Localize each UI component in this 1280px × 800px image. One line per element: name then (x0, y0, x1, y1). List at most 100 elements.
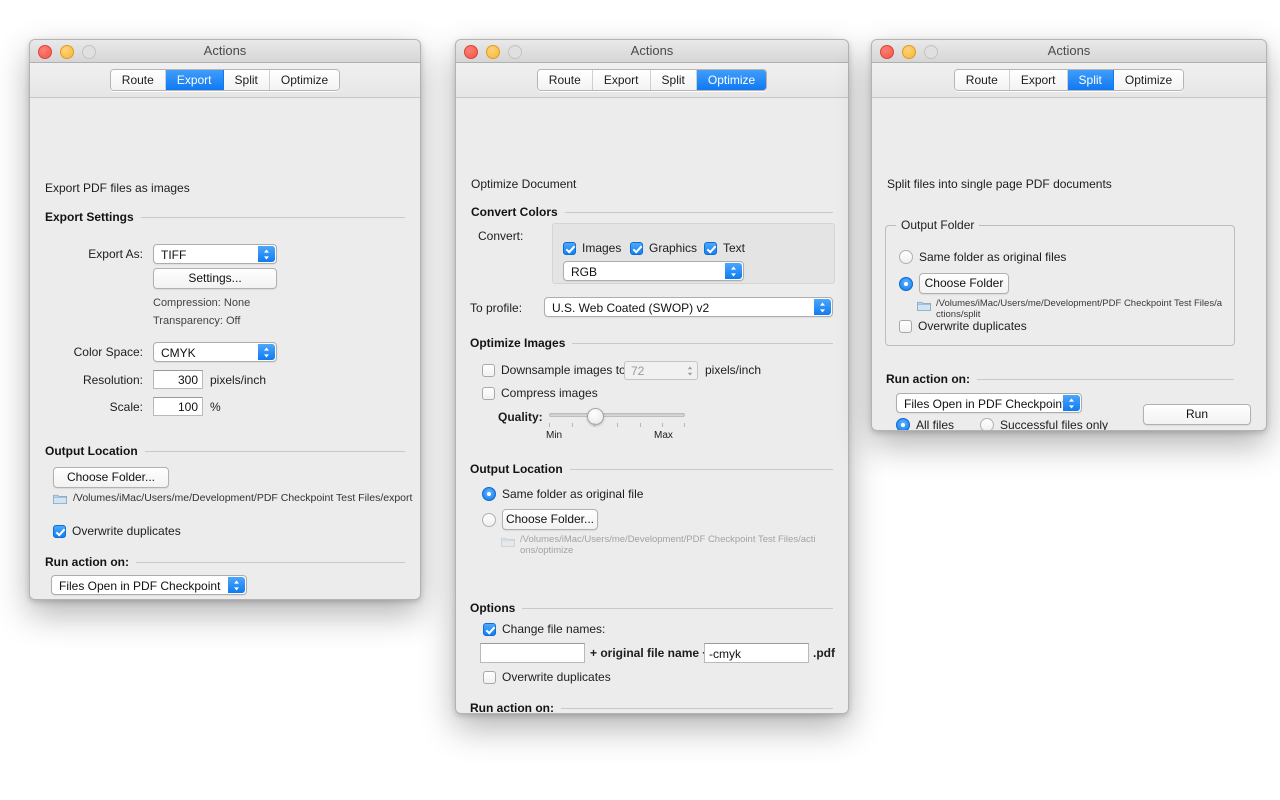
original-filename-label: + original file name + (590, 646, 710, 660)
divider (564, 211, 833, 213)
convert-images-checkbox[interactable] (563, 241, 576, 255)
tab-export[interactable]: Export (165, 70, 224, 90)
compress-images-checkbox[interactable] (482, 386, 495, 400)
successful-files-radio[interactable] (980, 418, 994, 430)
close-button[interactable] (464, 45, 478, 59)
tab-optimize[interactable]: Optimize (1113, 70, 1184, 90)
run-action-heading-text: Run action on: (45, 555, 129, 569)
run-action-heading: Run action on: (470, 701, 833, 714)
quality-min-label: Min (546, 430, 563, 441)
convert-text-checkbox[interactable] (704, 241, 717, 255)
overwrite-duplicates-row[interactable]: Overwrite duplicates (53, 524, 181, 538)
traffic-lights[interactable] (880, 45, 938, 59)
minimize-button[interactable] (60, 45, 74, 59)
tab-route[interactable]: Route (110, 70, 166, 90)
choose-folder-row[interactable]: Choose Folder... (482, 509, 598, 530)
quality-slider[interactable] (549, 408, 685, 430)
choose-folder-button[interactable]: Choose Folder... (502, 509, 598, 530)
tab-route[interactable]: Route (954, 70, 1010, 90)
colorspace-popup[interactable]: RGB (563, 261, 744, 281)
tab-route[interactable]: Route (537, 70, 593, 90)
chevron-updown-icon (258, 246, 275, 262)
traffic-lights[interactable] (464, 45, 522, 59)
convert-text-row[interactable]: Text (704, 241, 745, 255)
to-profile-popup[interactable]: U.S. Web Coated (SWOP) v2 (544, 297, 833, 317)
tabstrip-split[interactable]: Route Export Split Optimize (872, 63, 1266, 98)
close-button[interactable] (880, 45, 894, 59)
downsample-label: Downsample images to (501, 363, 626, 377)
convert-colors-heading: Convert Colors (471, 205, 833, 219)
titlebar-split[interactable]: Actions (872, 40, 1266, 63)
to-profile-label: To profile: (470, 301, 523, 315)
convert-label: Convert: (478, 229, 524, 243)
actions-window-export[interactable]: Actions Route Export Split Optimize Expo… (29, 39, 421, 600)
tab-split[interactable]: Split (1067, 70, 1114, 90)
downsample-row[interactable]: Downsample images to (482, 363, 626, 377)
downsample-stepper[interactable]: 72 (624, 361, 698, 380)
tab-export[interactable]: Export (1009, 70, 1068, 90)
titlebar-optimize[interactable]: Actions (456, 40, 848, 63)
tab-export[interactable]: Export (592, 70, 651, 90)
choose-folder-radio[interactable] (482, 512, 496, 527)
export-as-value: TIFF (161, 248, 187, 262)
convert-graphics-row[interactable]: Graphics (630, 241, 697, 255)
actions-window-split[interactable]: Actions Route Export Split Optimize Spli… (871, 39, 1267, 431)
change-file-names-checkbox[interactable] (483, 622, 496, 636)
tab-split[interactable]: Split (223, 70, 270, 90)
run-action-heading-text: Run action on: (470, 701, 554, 714)
all-files-radio[interactable] (896, 418, 910, 430)
tab-optimize[interactable]: Optimize (696, 70, 767, 90)
successful-files-row[interactable]: Successful files only (980, 418, 1108, 430)
convert-graphics-checkbox[interactable] (630, 241, 643, 255)
overwrite-duplicates-row[interactable]: Overwrite duplicates (483, 670, 611, 684)
stepper-arrows-icon[interactable] (686, 362, 694, 379)
run-action-popup[interactable]: Files Open in PDF Checkpoint (896, 393, 1082, 413)
overwrite-duplicates-label: Overwrite duplicates (502, 670, 611, 684)
export-as-popup[interactable]: TIFF (153, 244, 277, 264)
same-folder-radio[interactable] (899, 250, 913, 264)
optimize-images-heading-text: Optimize Images (470, 336, 566, 350)
close-button[interactable] (38, 45, 52, 59)
resolution-input[interactable]: 300 (153, 370, 203, 389)
colorspace-value: RGB (571, 265, 598, 279)
choose-folder-button[interactable]: Choose Folder (919, 273, 1009, 294)
output-path-text: /Volumes/iMac/Users/me/Development/PDF C… (73, 492, 413, 504)
overwrite-duplicates-checkbox[interactable] (53, 524, 66, 538)
convert-images-row[interactable]: Images (563, 241, 621, 255)
tab-optimize[interactable]: Optimize (269, 70, 340, 90)
change-file-names-row[interactable]: Change file names: (483, 622, 605, 636)
tab-split[interactable]: Split (650, 70, 697, 90)
choose-folder-radio[interactable] (899, 276, 913, 291)
output-location-heading: Output Location (470, 462, 833, 476)
chevron-updown-icon (228, 577, 245, 593)
all-files-row[interactable]: All files (896, 418, 954, 430)
tabstrip-optimize[interactable]: Route Export Split Optimize (456, 63, 848, 98)
same-folder-row[interactable]: Same folder as original file (482, 487, 643, 501)
traffic-lights[interactable] (38, 45, 96, 59)
color-space-label: Color Space: (73, 345, 143, 359)
settings-button[interactable]: Settings... (153, 268, 277, 289)
overwrite-duplicates-checkbox[interactable] (483, 670, 496, 684)
actions-window-optimize[interactable]: Actions Route Export Split Optimize Opti… (455, 39, 849, 714)
scale-input[interactable]: 100 (153, 397, 203, 416)
overwrite-duplicates-checkbox[interactable] (899, 319, 912, 333)
color-space-popup[interactable]: CMYK (153, 342, 277, 362)
minimize-button[interactable] (486, 45, 500, 59)
overwrite-duplicates-row[interactable]: Overwrite duplicates (899, 319, 1027, 333)
minimize-button[interactable] (902, 45, 916, 59)
transparency-status: Transparency: Off (153, 315, 241, 327)
divider (569, 468, 833, 470)
convert-images-label: Images (582, 241, 622, 255)
run-button[interactable]: Run (1143, 404, 1251, 425)
filename-suffix-input[interactable]: -cmyk (704, 643, 809, 663)
run-action-popup[interactable]: Files Open in PDF Checkpoint (51, 575, 247, 595)
same-folder-row[interactable]: Same folder as original files (899, 250, 1066, 264)
downsample-checkbox[interactable] (482, 363, 495, 377)
titlebar-export[interactable]: Actions (30, 40, 420, 63)
choose-folder-row[interactable]: Choose Folder (899, 273, 1009, 294)
filename-prefix-input[interactable] (480, 643, 585, 663)
choose-folder-button[interactable]: Choose Folder... (53, 467, 169, 488)
compress-images-row[interactable]: Compress images (482, 386, 598, 400)
same-folder-radio[interactable] (482, 487, 496, 501)
tabstrip-export[interactable]: Route Export Split Optimize (30, 63, 420, 98)
